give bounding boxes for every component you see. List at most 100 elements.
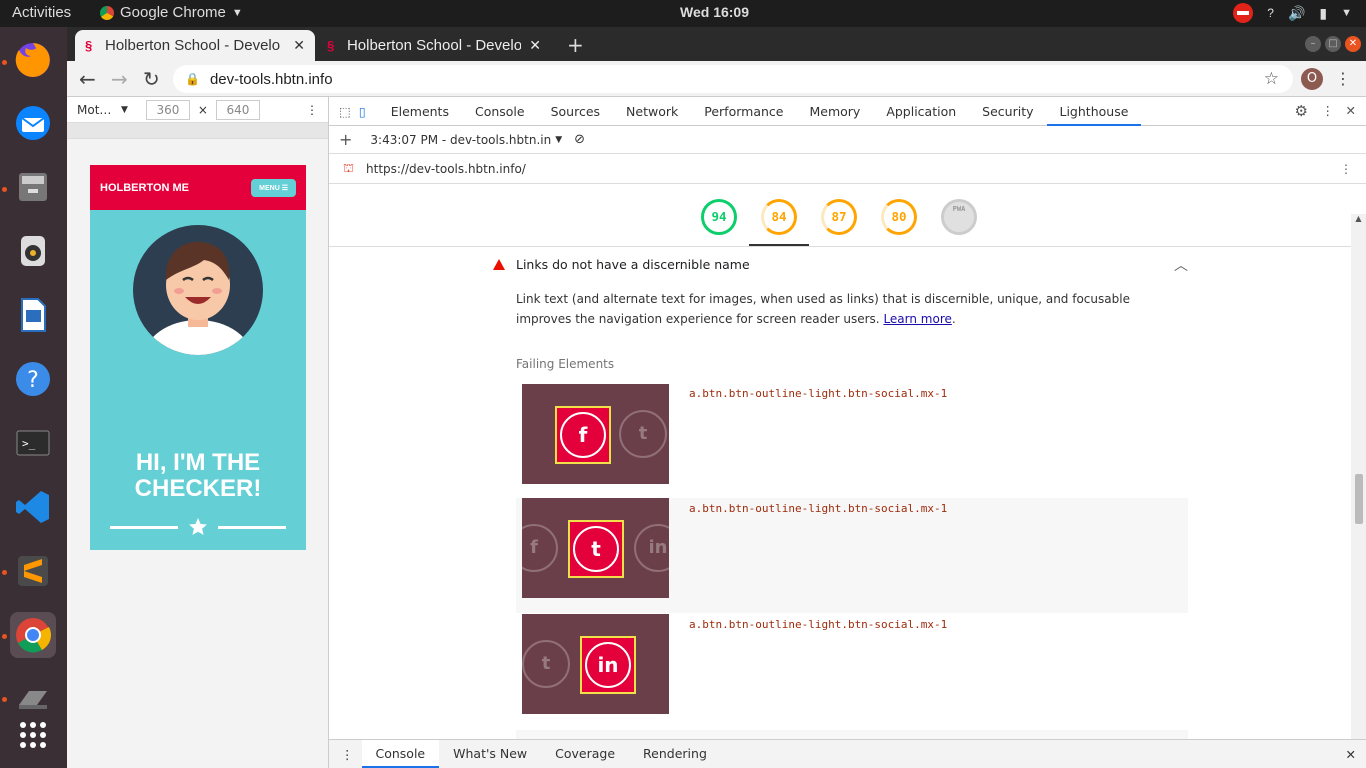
chevron-down-icon[interactable]: ▼	[555, 135, 562, 145]
battery-icon[interactable]: ▮	[1319, 5, 1327, 22]
score-gauge[interactable]: 84	[761, 199, 797, 235]
drawer-tab-console[interactable]: Console	[361, 740, 440, 768]
close-window-button[interactable]: ✕	[1345, 36, 1361, 52]
minimize-button[interactable]: –	[1305, 36, 1321, 52]
running-indicator	[2, 187, 7, 192]
devtools-menu-icon[interactable]: ⋮	[1322, 103, 1335, 118]
clock[interactable]: Wed 16:09	[680, 4, 749, 20]
system-tray[interactable]: ? 🔊 ▮ ▼	[1233, 3, 1352, 23]
chevron-up-icon[interactable]: ︿	[1174, 255, 1188, 275]
report-menu-icon[interactable]: ⋮	[1340, 162, 1352, 176]
audit-title[interactable]: Links do not have a discernible name	[516, 257, 750, 272]
activities-button[interactable]: Activities	[12, 4, 71, 21]
highlight-box: f	[555, 406, 611, 464]
media-query-ruler[interactable]	[67, 123, 328, 139]
vscode-icon[interactable]	[10, 484, 56, 530]
brand-link[interactable]: HOLBERTON ME	[100, 182, 189, 194]
chrome-menu-icon[interactable]: ⋮	[1335, 69, 1351, 88]
element-screenshot: t in	[522, 614, 669, 714]
apps-grid-icon[interactable]	[10, 712, 56, 758]
chrome-icon[interactable]	[10, 612, 56, 658]
tab-network[interactable]: Network	[613, 97, 691, 126]
scroll-up-arrow-icon[interactable]: ▲	[1351, 214, 1366, 223]
rhythmbox-icon[interactable]	[10, 228, 56, 274]
tab-elements[interactable]: Elements	[378, 97, 462, 126]
app-menu[interactable]: Google Chrome ▼	[100, 4, 243, 21]
more-options-icon[interactable]: ⋮	[306, 103, 318, 117]
maximize-button[interactable]: □	[1325, 36, 1341, 52]
close-tab-icon[interactable]: ✕	[529, 37, 541, 54]
device-select[interactable]: Mot…	[77, 103, 113, 117]
tab-lighthouse[interactable]: Lighthouse	[1046, 97, 1142, 126]
height-input[interactable]: 640	[215, 99, 260, 120]
report-select[interactable]: 3:43:07 PM - dev-tools.hbtn.in	[370, 133, 551, 147]
new-report-icon[interactable]: +	[339, 130, 352, 149]
writer-icon[interactable]	[10, 292, 56, 338]
help-icon[interactable]: ?	[10, 356, 56, 402]
new-tab-button[interactable]: +	[567, 33, 584, 57]
element-selector[interactable]: a.btn.btn-outline-light.btn-social.mx-1	[689, 387, 947, 400]
terminal-icon[interactable]: >_	[10, 420, 56, 466]
sublime-icon[interactable]	[10, 548, 56, 594]
score-gauge[interactable]: 94	[701, 199, 737, 235]
failing-element-row[interactable]: t in a.btn.btn-outline-light.btn-social.…	[516, 614, 1188, 729]
score-gauge[interactable]: 87	[821, 199, 857, 235]
report-scrollbar[interactable]: ▲	[1351, 214, 1366, 746]
chrome-app-icon	[100, 5, 114, 20]
tab-console[interactable]: Console	[462, 97, 538, 126]
thunderbird-icon[interactable]	[10, 100, 56, 146]
drawer-tab-rendering[interactable]: Rendering	[629, 740, 721, 768]
pwa-badge[interactable]: PWA	[941, 199, 977, 235]
firefox-icon[interactable]	[10, 37, 56, 83]
device-toolbar-toggle-icon[interactable]: ▯	[359, 104, 366, 119]
failing-element-row[interactable]: t f a.btn.btn-outline-light.btn-social.m…	[516, 383, 1188, 498]
back-button[interactable]: ←	[79, 67, 96, 91]
element-selector[interactable]: a.btn.btn-outline-light.btn-social.mx-1	[689, 502, 947, 515]
failing-element-row[interactable]	[516, 730, 1188, 739]
address-bar[interactable]: 🔒 dev-tools.hbtn.info ☆	[173, 65, 1293, 93]
hero-heading-line-2: CHECKER!	[134, 475, 262, 502]
chevron-down-icon[interactable]: ▼	[121, 105, 128, 115]
do-not-disturb-icon[interactable]	[1233, 3, 1254, 23]
twitter-icon: t	[619, 410, 667, 458]
lighthouse-url-bar: ⛫ https://dev-tools.hbtn.info/ ⋮	[329, 154, 1366, 184]
tab-memory[interactable]: Memory	[796, 97, 873, 126]
lock-icon[interactable]: 🔒	[185, 72, 200, 86]
profile-avatar[interactable]: O	[1301, 68, 1323, 90]
devtools-drawer-bar: ⋮ Console What's New Coverage Rendering …	[329, 739, 1366, 768]
drawer-tab-whats-new[interactable]: What's New	[439, 740, 541, 768]
close-drawer-icon[interactable]: ✕	[1346, 747, 1356, 762]
drawer-menu-icon[interactable]: ⋮	[341, 747, 354, 762]
tab-performance[interactable]: Performance	[691, 97, 796, 126]
width-input[interactable]: 360	[145, 99, 190, 120]
tab-sources[interactable]: Sources	[538, 97, 613, 126]
inspect-element-icon[interactable]: ⬚	[339, 104, 351, 119]
scroll-thumb[interactable]	[1355, 474, 1363, 524]
clear-reports-icon[interactable]: ⊘	[574, 132, 585, 147]
element-selector[interactable]: a.btn.btn-outline-light.btn-social.mx-1	[689, 618, 947, 631]
learn-more-link[interactable]: Learn more	[883, 312, 951, 326]
forward-button[interactable]: →	[111, 67, 128, 91]
chevron-down-icon: ▼	[231, 6, 243, 19]
close-tab-icon[interactable]: ✕	[293, 37, 305, 54]
power-menu-icon[interactable]: ▼	[1341, 7, 1352, 19]
tab-title: Holberton School - Develo	[105, 37, 280, 54]
drawer-tab-coverage[interactable]: Coverage	[541, 740, 629, 768]
failing-element-row[interactable]: f in t a.btn.btn-outline-light.btn-socia…	[516, 498, 1188, 613]
highlight-box: in	[580, 636, 636, 694]
files-icon[interactable]	[10, 164, 56, 210]
help-tray-icon[interactable]: ?	[1267, 6, 1274, 20]
score-gauge[interactable]: 80	[881, 199, 917, 235]
browser-tab-active[interactable]: § Holberton School - Develo ✕	[75, 30, 315, 61]
linkedin-icon: in	[634, 524, 669, 572]
reload-button[interactable]: ↻	[143, 67, 160, 91]
tab-security[interactable]: Security	[969, 97, 1046, 126]
tab-application[interactable]: Application	[873, 97, 969, 126]
svg-text:?: ?	[27, 368, 39, 393]
browser-tab[interactable]: § Holberton School - Develo ✕	[317, 30, 551, 61]
volume-icon[interactable]: 🔊	[1288, 5, 1305, 22]
menu-button[interactable]: MENU ☰	[251, 178, 296, 197]
bookmark-star-icon[interactable]: ☆	[1264, 69, 1279, 89]
gear-icon[interactable]: ⚙	[1295, 102, 1308, 120]
close-devtools-icon[interactable]: ✕	[1346, 103, 1356, 118]
